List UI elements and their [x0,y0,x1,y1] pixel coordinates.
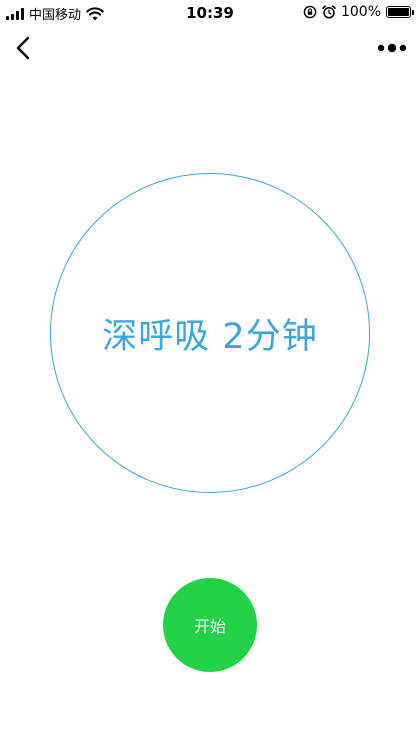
nav-bar [0,28,420,68]
orientation-lock-icon [303,5,317,19]
status-right: 100% [303,4,414,20]
back-button[interactable] [8,32,38,64]
screen: 中国移动 10:39 100% 深呼吸 2分钟 开始 [0,0,420,747]
battery-percent: 100% [340,4,381,20]
more-button[interactable] [372,32,412,64]
exercise-label: 深呼吸 2分钟 [102,316,318,357]
start-button[interactable]: 开始 [163,578,257,672]
battery-icon [386,6,414,18]
more-dots-icon [377,43,407,53]
alarm-icon [322,5,336,19]
breathing-circle: 深呼吸 2分钟 [50,173,370,493]
chevron-left-icon [16,36,30,60]
status-bar: 中国移动 10:39 100% [0,0,420,26]
